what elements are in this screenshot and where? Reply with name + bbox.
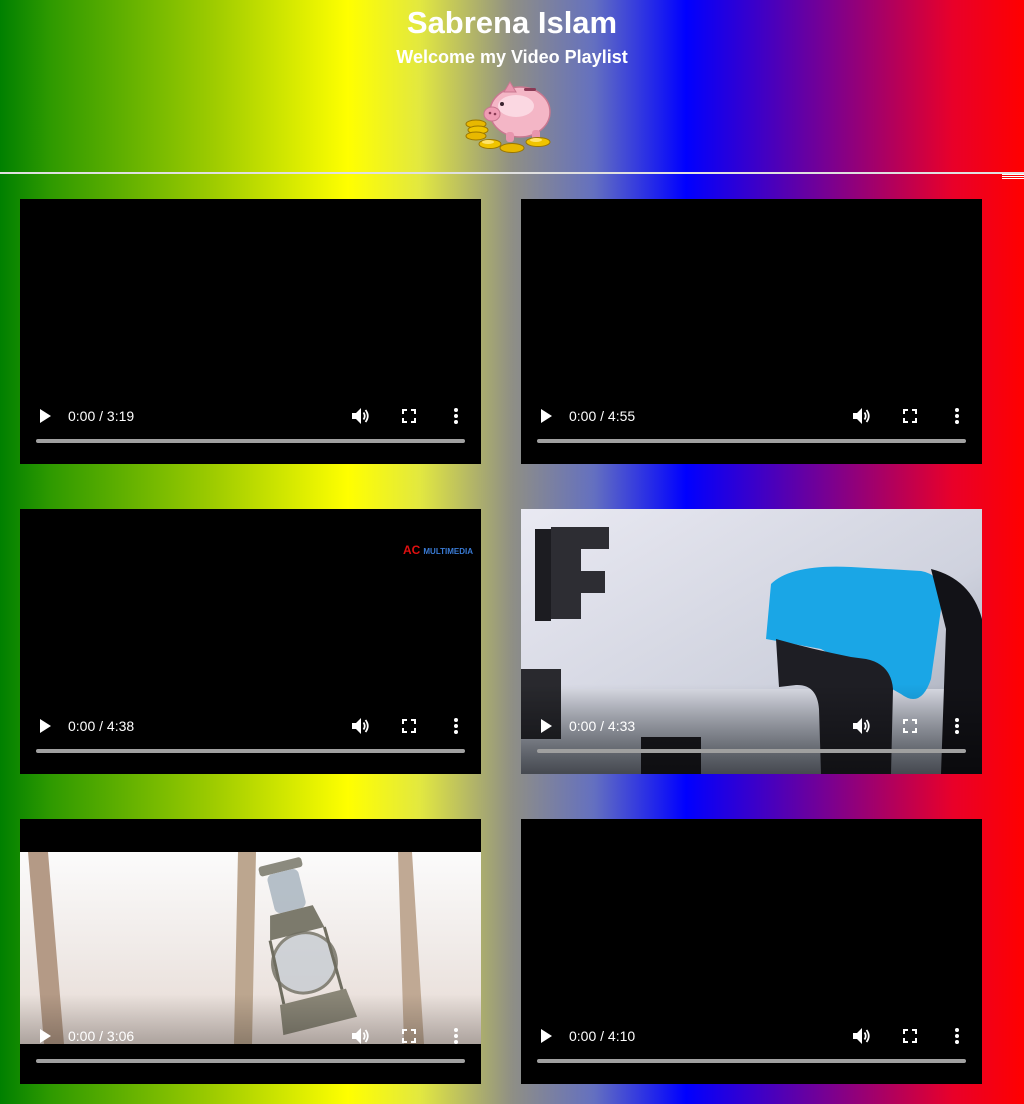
video-controls: 0:00 / 4:33 <box>521 711 982 741</box>
header-divider <box>0 172 1024 174</box>
video-player-3[interactable]: AC MULTIMEDIA 0:00 / 4:38 <box>20 509 481 774</box>
video-progress-bar[interactable] <box>36 439 465 443</box>
video-time: 0:00 / 3:19 <box>68 408 135 424</box>
video-progress-bar[interactable] <box>537 749 966 753</box>
video-controls: 0:00 / 4:55 <box>521 401 982 431</box>
page-header: Sabrena Islam Welcome my Video Playlist <box>0 0 1024 172</box>
video-player-2[interactable]: 0:00 / 4:55 <box>521 199 982 464</box>
fullscreen-icon[interactable] <box>899 401 921 431</box>
volume-icon[interactable] <box>849 401 875 431</box>
piggy-bank-logo <box>465 81 551 153</box>
more-options-icon[interactable] <box>448 711 464 741</box>
page-title: Sabrena Islam <box>406 5 618 40</box>
video-progress-bar[interactable] <box>537 439 966 443</box>
video-time: 0:00 / 4:10 <box>569 1028 636 1044</box>
video-player-5[interactable]: 0:00 / 3:06 <box>20 819 481 1084</box>
more-options-icon[interactable] <box>949 1021 965 1051</box>
video-progress-bar[interactable] <box>537 1059 966 1063</box>
more-options-icon[interactable] <box>448 1021 464 1051</box>
video-time: 0:00 / 4:38 <box>68 718 135 734</box>
play-icon[interactable] <box>34 1021 56 1051</box>
video-player-4[interactable]: 0:00 / 4:33 <box>521 509 982 774</box>
play-icon[interactable] <box>535 711 557 741</box>
video-player-6[interactable]: 0:00 / 4:10 <box>521 819 982 1084</box>
more-options-icon[interactable] <box>949 401 965 431</box>
fullscreen-icon[interactable] <box>398 401 420 431</box>
fullscreen-icon[interactable] <box>398 711 420 741</box>
fullscreen-icon[interactable] <box>899 711 921 741</box>
play-icon[interactable] <box>34 711 56 741</box>
video-controls: 0:00 / 4:38 <box>20 711 481 741</box>
more-options-icon[interactable] <box>949 711 965 741</box>
video-progress-bar[interactable] <box>36 1059 465 1063</box>
video-time: 0:00 / 4:55 <box>569 408 636 424</box>
fullscreen-icon[interactable] <box>398 1021 420 1051</box>
play-icon[interactable] <box>34 401 56 431</box>
volume-icon[interactable] <box>348 1021 374 1051</box>
video-time: 0:00 / 3:06 <box>68 1028 135 1044</box>
volume-icon[interactable] <box>849 711 875 741</box>
fullscreen-icon[interactable] <box>899 1021 921 1051</box>
volume-icon[interactable] <box>348 401 374 431</box>
video-time: 0:00 / 4:33 <box>569 718 636 734</box>
volume-icon[interactable] <box>348 711 374 741</box>
play-icon[interactable] <box>535 1021 557 1051</box>
resize-grip <box>1002 174 1024 180</box>
video-controls: 0:00 / 4:10 <box>521 1021 982 1051</box>
volume-icon[interactable] <box>849 1021 875 1051</box>
video-progress-bar[interactable] <box>36 749 465 753</box>
video-controls: 0:00 / 3:19 <box>20 401 481 431</box>
more-options-icon[interactable] <box>448 401 464 431</box>
video-controls: 0:00 / 3:06 <box>20 1021 481 1051</box>
video-player-1[interactable]: 0:00 / 3:19 <box>20 199 481 464</box>
channel-watermark: AC MULTIMEDIA <box>402 543 473 557</box>
play-icon[interactable] <box>535 401 557 431</box>
page-subtitle: Welcome my Video Playlist <box>396 47 628 67</box>
